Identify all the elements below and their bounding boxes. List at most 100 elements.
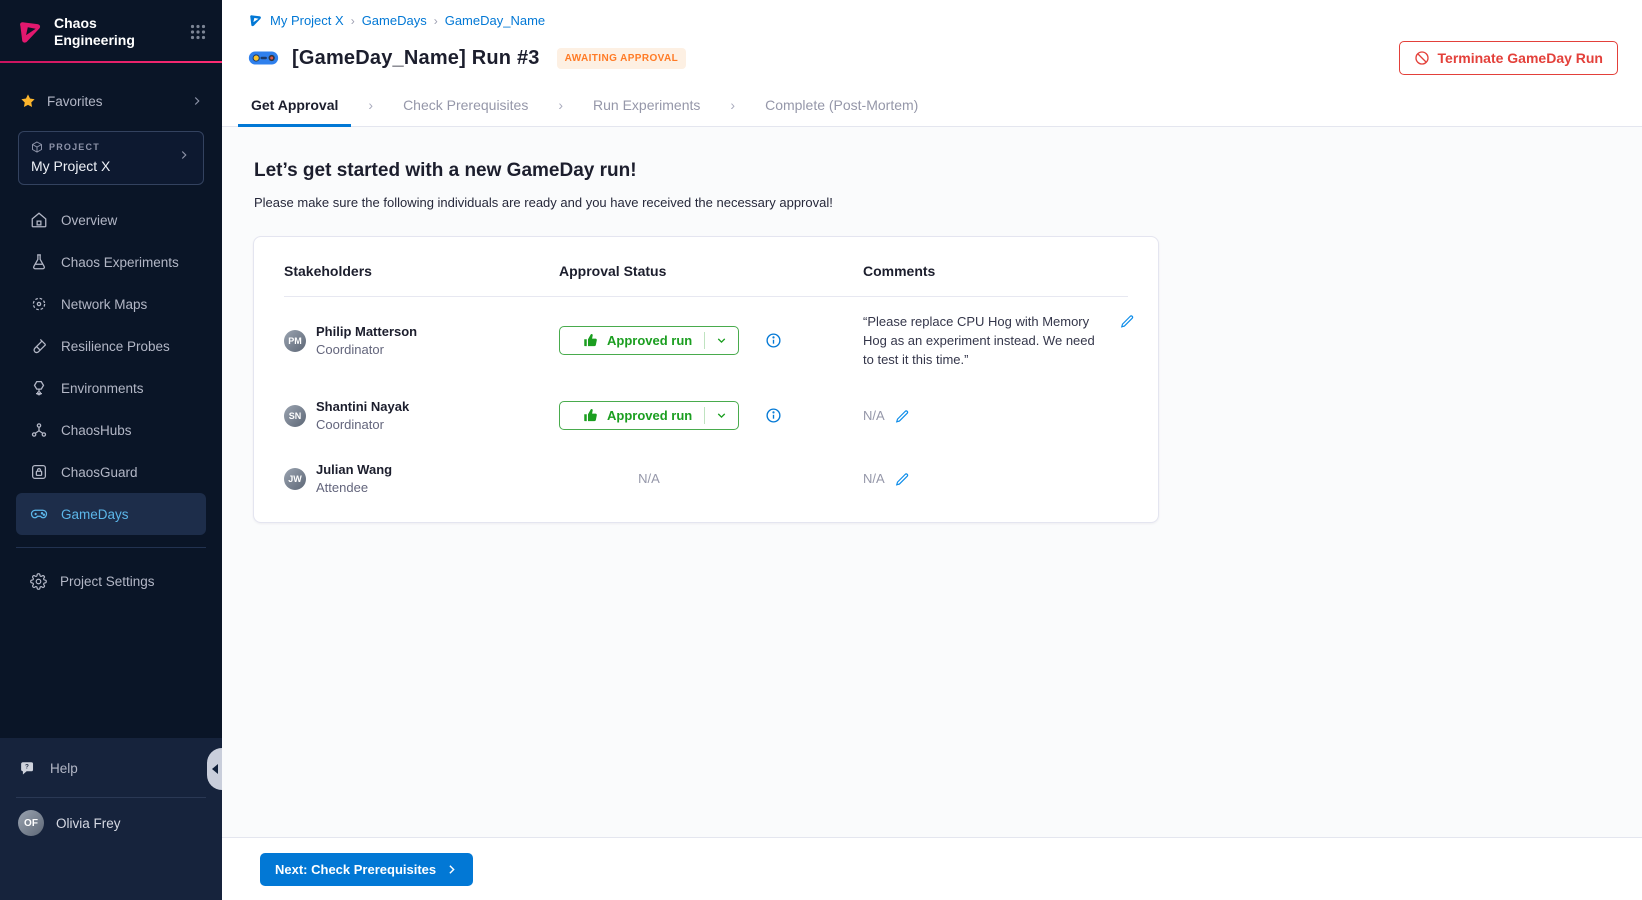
main-area: My Project X › GameDays › GameDay_Name […: [222, 0, 1642, 900]
sidebar-item-project-settings[interactable]: Project Settings: [16, 560, 206, 602]
status-badge: AWAITING APPROVAL: [557, 48, 686, 69]
ban-icon: [1414, 50, 1430, 66]
user-menu[interactable]: OF Olivia Frey: [0, 798, 222, 836]
brand-row: Chaos Engineering: [0, 0, 222, 61]
edit-comment-button[interactable]: [1120, 314, 1135, 329]
help-chat-icon: ?: [20, 760, 37, 777]
approval-status-dropdown[interactable]: Approved run: [559, 326, 739, 355]
breadcrumb-gamedays[interactable]: GameDays: [362, 13, 427, 28]
sidebar-item-chaosguard[interactable]: ChaosGuard: [16, 451, 206, 493]
edit-comment-button[interactable]: [895, 472, 910, 487]
info-icon[interactable]: [765, 332, 782, 349]
star-icon: [20, 93, 36, 109]
approval-cell: Approved run: [559, 401, 863, 430]
stakeholder-cell: SN Shantini Nayak Coordinator: [284, 399, 559, 432]
project-settings-label: Project Settings: [60, 574, 155, 589]
approval-na-label: N/A: [559, 471, 739, 486]
table-row: JW Julian Wang Attendee N/A N/A: [254, 447, 1158, 510]
step-separator-icon: ›: [541, 97, 580, 113]
module-grid-icon[interactable]: [190, 24, 206, 40]
sidebar: Chaos Engineering Favorites: [0, 0, 222, 900]
sidebar-item-resilience-probes[interactable]: Resilience Probes: [16, 325, 206, 367]
footer-bar: Next: Check Prerequisites: [222, 837, 1642, 900]
page-header: My Project X › GameDays › GameDay_Name […: [222, 0, 1642, 75]
brand-title: Chaos Engineering: [54, 15, 180, 48]
comment-cell: “Please replace CPU Hog with Memory Hog …: [863, 312, 1135, 369]
next-button-label: Next: Check Prerequisites: [275, 862, 436, 877]
approval-status-label: Approved run: [607, 333, 692, 348]
guard-icon: [30, 463, 48, 481]
table-header-row: Stakeholders Approval Status Comments: [254, 237, 1158, 296]
stakeholder-name: Philip Matterson: [316, 324, 417, 339]
approval-cell: Approved run: [559, 326, 863, 355]
page-title: [GameDay_Name] Run #3: [292, 47, 540, 70]
terminate-gameday-button[interactable]: Terminate GameDay Run: [1399, 41, 1618, 75]
breadcrumb-project[interactable]: My Project X: [270, 13, 344, 28]
sidebar-collapse-handle[interactable]: [207, 748, 222, 790]
sidebar-nav: Overview Chaos Experiments Network Maps …: [0, 199, 222, 535]
gear-icon: [30, 573, 47, 590]
stakeholder-role: Coordinator: [316, 342, 417, 357]
breadcrumb-separator: ›: [434, 14, 438, 28]
chaos-logo-icon: [16, 18, 44, 46]
sidebar-item-environments[interactable]: Environments: [16, 367, 206, 409]
sidebar-item-chaos-experiments[interactable]: Chaos Experiments: [16, 241, 206, 283]
project-selector[interactable]: PROJECT My Project X: [18, 131, 204, 185]
stakeholder-name: Shantini Nayak: [316, 399, 409, 414]
content-subheading: Please make sure the following individua…: [254, 195, 1618, 210]
sidebar-item-network-maps[interactable]: Network Maps: [16, 283, 206, 325]
approval-cell: N/A: [559, 471, 863, 486]
chevron-right-icon: [445, 863, 458, 876]
stakeholder-cell: JW Julian Wang Attendee: [284, 462, 559, 495]
user-avatar: OF: [18, 810, 44, 836]
approval-status-dropdown[interactable]: Approved run: [559, 401, 739, 430]
table-body: PM Philip Matterson Coordinator Approved…: [254, 297, 1158, 510]
step-separator-icon: ›: [713, 97, 752, 113]
project-name: My Project X: [31, 158, 177, 174]
network-map-icon: [30, 295, 48, 313]
stakeholder-name: Julian Wang: [316, 462, 392, 477]
comment-na-label: N/A: [863, 471, 885, 486]
help-label: Help: [50, 761, 78, 776]
comment-cell: N/A: [863, 408, 1128, 424]
sidebar-item-chaoshubs[interactable]: ChaosHubs: [16, 409, 206, 451]
favorites-label: Favorites: [47, 94, 103, 109]
column-header-comments: Comments: [863, 263, 1128, 279]
content-heading: Let’s get started with a new GameDay run…: [254, 160, 1618, 182]
home-icon: [30, 211, 48, 229]
sidebar-item-favorites[interactable]: Favorites: [0, 81, 222, 121]
brand-accent-divider: [0, 61, 222, 63]
hub-icon: [30, 421, 48, 439]
tab-run-experiments[interactable]: Run Experiments: [580, 84, 713, 126]
breadcrumb-module-icon: [248, 13, 263, 28]
info-icon[interactable]: [765, 407, 782, 424]
project-selector-text: PROJECT My Project X: [31, 141, 177, 174]
stakeholder-role: Coordinator: [316, 417, 409, 432]
sidebar-spacer: [0, 602, 222, 738]
content-area: Let’s get started with a new GameDay run…: [222, 127, 1642, 837]
stakeholder-role: Attendee: [316, 480, 392, 495]
stakeholders-card: Stakeholders Approval Status Comments PM…: [253, 236, 1159, 523]
thumbs-up-icon: [583, 408, 598, 423]
sidebar-item-overview[interactable]: Overview: [16, 199, 206, 241]
comment-text: “Please replace CPU Hog with Memory Hog …: [863, 312, 1108, 369]
step-separator-icon: ›: [351, 97, 390, 113]
breadcrumb-separator: ›: [351, 14, 355, 28]
nav-divider: [16, 547, 206, 548]
user-name: Olivia Frey: [56, 816, 121, 831]
sidebar-item-gamedays[interactable]: GameDays: [16, 493, 206, 535]
column-header-approval-status: Approval Status: [559, 263, 863, 279]
gamepad-title-icon: [248, 47, 279, 69]
tab-get-approval[interactable]: Get Approval: [238, 84, 351, 126]
chevron-down-icon: [705, 334, 738, 347]
breadcrumb-gameday-name[interactable]: GameDay_Name: [445, 13, 545, 28]
next-check-prerequisites-button[interactable]: Next: Check Prerequisites: [260, 853, 473, 886]
tab-complete-post-mortem[interactable]: Complete (Post-Mortem): [752, 84, 931, 126]
sidebar-bottom-section: ? Help OF Olivia Frey: [0, 738, 222, 900]
edit-comment-button[interactable]: [895, 409, 910, 424]
tab-check-prerequisites[interactable]: Check Prerequisites: [390, 84, 541, 126]
help-button[interactable]: ? Help: [0, 748, 222, 788]
stakeholder-cell: PM Philip Matterson Coordinator: [284, 324, 559, 357]
step-tabs: Get Approval › Check Prerequisites › Run…: [222, 84, 1642, 127]
column-header-stakeholders: Stakeholders: [284, 263, 559, 279]
